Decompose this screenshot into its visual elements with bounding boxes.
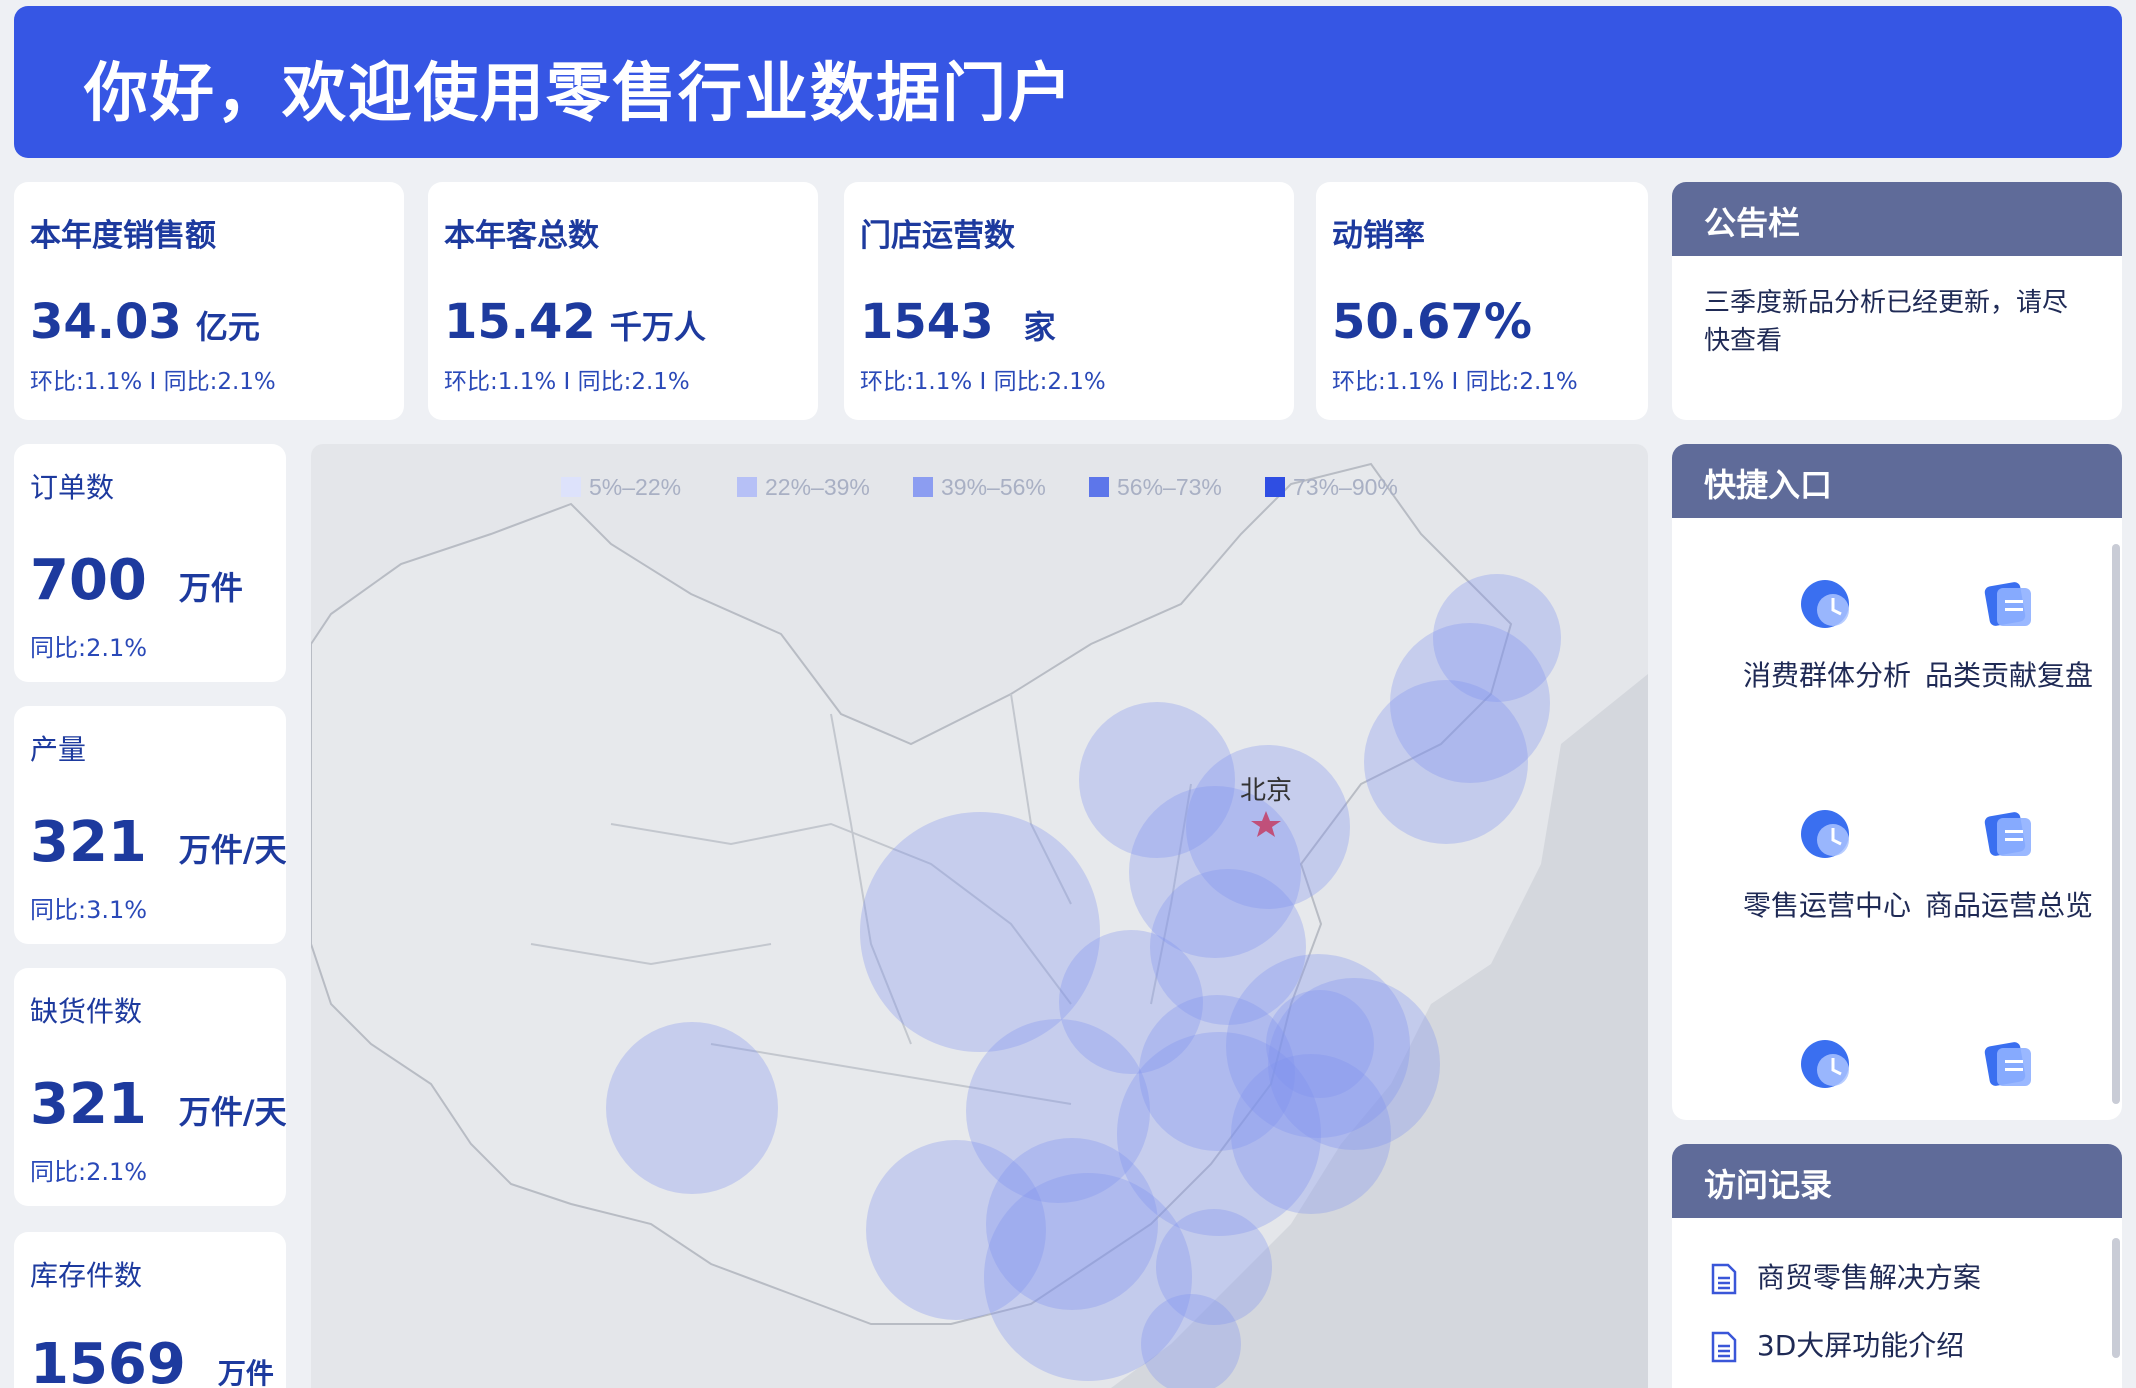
map-bubble[interactable] <box>606 1022 778 1194</box>
stat-title: 库存件数 <box>30 1259 143 1292</box>
document-stack-icon <box>1984 812 2031 856</box>
notice-header: 公告栏 <box>1672 182 2122 256</box>
kpi-value: 50.67% <box>1332 294 1532 350</box>
beijing-label: 北京 <box>1240 775 1292 805</box>
legend-swatch[interactable] <box>561 477 581 497</box>
quick-entry-scrollbar[interactable] <box>2112 544 2120 1104</box>
visit-records-header: 访问记录 <box>1672 1144 2122 1218</box>
stat-card-output: 产量 321 万件/天 同比:3.1% <box>14 706 286 944</box>
page-title: 你好，欢迎使用零售行业数据门户 <box>84 57 1074 131</box>
legend-label[interactable]: 39%–56% <box>941 474 1046 500</box>
visit-item[interactable]: 商贸零售解决方案 <box>1710 1256 1981 1296</box>
map-bubble[interactable] <box>1364 680 1528 844</box>
legend-swatch[interactable] <box>1265 477 1285 497</box>
clock-chart-icon <box>1801 580 1849 628</box>
kpi-card-sell-through: 动销率 50.67% 环比:1.1% I 同比:2.1% <box>1316 182 1648 420</box>
quick-item-retail-ops-center[interactable]: 零售运营中心 <box>1742 806 1912 928</box>
stat-card-out-of-stock: 缺货件数 321 万件/天 同比:2.1% <box>14 968 286 1206</box>
visit-item-label: 商贸零售解决方案 <box>1756 1261 1981 1294</box>
legend-label[interactable]: 5%–22% <box>589 474 681 500</box>
document-icon <box>1711 1331 1737 1363</box>
quick-item-label: 品类贡献复盘 <box>1924 659 2093 692</box>
quick-item-label: 零售运营中心 <box>1742 889 1911 922</box>
kpi-title: 本年度销售额 <box>30 218 216 254</box>
clock-chart-icon <box>1801 810 1849 858</box>
legend-swatch[interactable] <box>737 477 757 497</box>
legend-label[interactable]: 22%–39% <box>765 474 870 500</box>
quick-item-label: 商品运营总览 <box>1924 889 2093 922</box>
kpi-card-sales: 本年度销售额 34.03 亿元 环比:1.1% I 同比:2.1% <box>14 182 404 420</box>
stat-comparison: 同比:2.1% <box>30 634 148 662</box>
map-legend: 5%–22% 22%–39% 39%–56% 56%–73% 73%–90% <box>561 474 1398 500</box>
kpi-comparison: 环比:1.1% I 同比:2.1% <box>860 369 1106 395</box>
legend-swatch[interactable] <box>913 477 933 497</box>
visit-records-panel: 访问记录 商贸零售解决方案 3D大屏功能介绍 <box>1672 1144 2122 1388</box>
china-bubble-map[interactable]: 5%–22% 22%–39% 39%–56% 56%–73% 73%–90% 北京 <box>311 444 1648 1388</box>
quick-entry-panel: 快捷入口 消费群体分析 品类贡献复盘 零售运营中心 商品运营总览 <box>1672 444 2122 1120</box>
quick-item-label: 消费群体分析 <box>1742 659 1911 692</box>
kpi-card-customers: 本年客总数 15.42 千万人 环比:1.1% I 同比:2.1% <box>428 182 818 420</box>
stat-title: 产量 <box>30 733 87 766</box>
document-stack-icon <box>1984 582 2031 626</box>
document-icon <box>1711 1263 1737 1295</box>
notice-text[interactable]: 三季度新品分析已经更新，请尽快查看 <box>1704 284 2084 360</box>
stat-value: 1569 万件 <box>30 1332 274 1388</box>
kpi-comparison: 环比:1.1% I 同比:2.1% <box>1332 369 1578 395</box>
legend-label[interactable]: 56%–73% <box>1117 474 1222 500</box>
visit-item-label: 3D大屏功能介绍 <box>1756 1329 1965 1362</box>
map-svg: 5%–22% 22%–39% 39%–56% 56%–73% 73%–90% 北京 <box>311 462 1648 1388</box>
stat-title: 订单数 <box>30 471 115 504</box>
kpi-value: 1543 家 <box>860 294 1056 350</box>
kpi-value: 15.42 千万人 <box>444 294 706 350</box>
kpi-title: 本年客总数 <box>444 218 599 254</box>
kpi-comparison: 环比:1.1% I 同比:2.1% <box>30 369 276 395</box>
quick-item-5[interactable] <box>1742 1036 1912 1092</box>
quick-item-6[interactable] <box>1924 1036 2094 1092</box>
notice-panel: 公告栏 三季度新品分析已经更新，请尽快查看 <box>1672 182 2122 420</box>
map-bubble[interactable] <box>1231 1054 1391 1214</box>
visit-records-scrollbar[interactable] <box>2112 1238 2120 1358</box>
document-stack-icon <box>1984 1042 2031 1086</box>
kpi-card-stores: 门店运营数 1543 家 环比:1.1% I 同比:2.1% <box>844 182 1294 420</box>
quick-item-product-ops-overview[interactable]: 商品运营总览 <box>1924 806 2094 928</box>
stat-title: 缺货件数 <box>30 995 143 1028</box>
legend-swatch[interactable] <box>1089 477 1109 497</box>
kpi-comparison: 环比:1.1% I 同比:2.1% <box>444 369 690 395</box>
stat-value: 321 万件/天 <box>30 1072 286 1137</box>
stat-card-inventory: 库存件数 1569 万件 <box>14 1232 286 1388</box>
legend-label[interactable]: 73%–90% <box>1293 474 1398 500</box>
quick-entry-header: 快捷入口 <box>1672 444 2122 518</box>
stat-comparison: 同比:3.1% <box>30 896 148 924</box>
welcome-banner: 你好，欢迎使用零售行业数据门户 <box>14 6 2122 158</box>
kpi-value: 34.03 亿元 <box>30 294 260 350</box>
stat-value: 700 万件 <box>30 548 243 613</box>
kpi-title: 动销率 <box>1332 218 1425 254</box>
stat-comparison: 同比:2.1% <box>30 1158 148 1186</box>
clock-chart-icon <box>1801 1040 1849 1088</box>
stat-card-orders: 订单数 700 万件 同比:2.1% <box>14 444 286 682</box>
quick-item-consumer-analysis[interactable]: 消费群体分析 <box>1742 576 1912 698</box>
visit-item[interactable]: 3D大屏功能介绍 <box>1710 1324 1964 1364</box>
quick-item-category-review[interactable]: 品类贡献复盘 <box>1924 576 2094 698</box>
kpi-title: 门店运营数 <box>860 218 1015 254</box>
stat-value: 321 万件/天 <box>30 810 286 875</box>
